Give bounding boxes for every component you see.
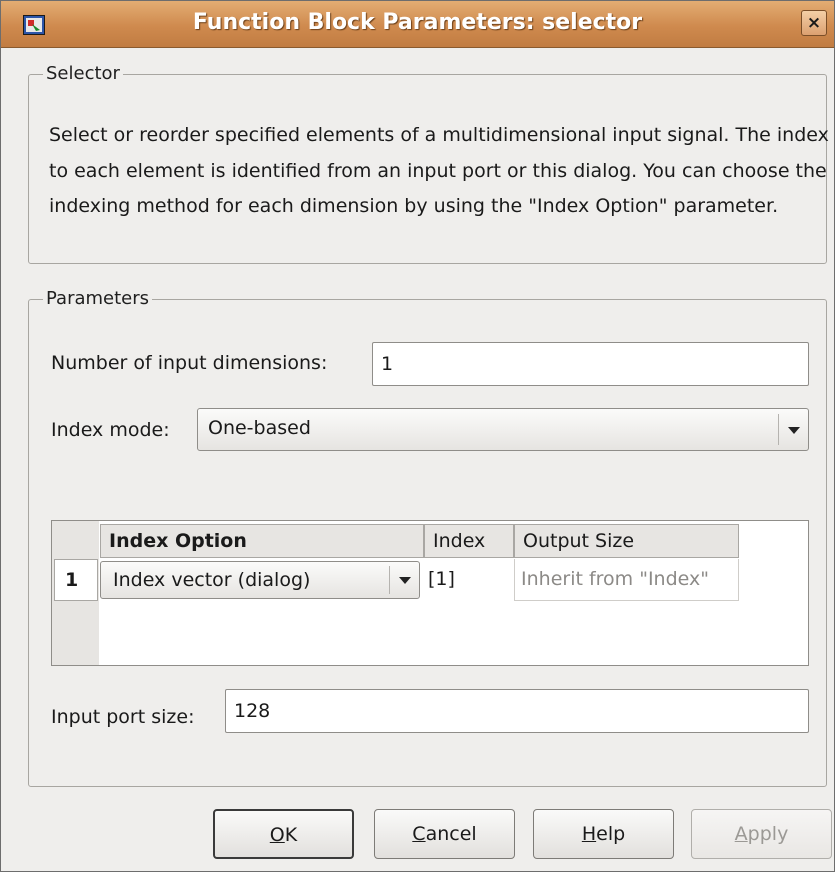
- input-port-size-label: Input port size:: [51, 706, 195, 728]
- index-option-cell[interactable]: Index vector (dialog): [100, 559, 424, 601]
- column-header-index[interactable]: Index: [424, 524, 514, 558]
- input-port-size-field[interactable]: [225, 689, 809, 733]
- close-icon: ×: [806, 13, 822, 33]
- help-label: elp: [596, 823, 626, 845]
- title-bar[interactable]: Function Block Parameters: selector ×: [1, 1, 834, 48]
- cancel-button[interactable]: Cancel: [374, 809, 515, 859]
- selector-description: Select or reorder specified elements of …: [49, 124, 829, 217]
- ok-mnemonic: O: [269, 824, 285, 846]
- cancel-label: ancel: [425, 823, 477, 845]
- dialog-window: Function Block Parameters: selector × Se…: [0, 0, 835, 872]
- parameters-group-legend: Parameters: [43, 288, 153, 309]
- index-option-select[interactable]: Index vector (dialog): [100, 561, 420, 599]
- combo-separator: [778, 414, 779, 445]
- index-table: Index Option Index Output Size 1 Index v…: [51, 520, 809, 666]
- num-dims-field[interactable]: [372, 342, 809, 386]
- cancel-mnemonic: C: [412, 823, 426, 845]
- window-title: Function Block Parameters: selector: [192, 10, 643, 35]
- apply-button[interactable]: Apply: [691, 809, 832, 859]
- index-mode-label: Index mode:: [51, 419, 170, 441]
- column-header-index-option[interactable]: Index Option: [100, 524, 424, 558]
- index-option-value: Index vector (dialog): [113, 569, 311, 591]
- ok-button[interactable]: OK: [213, 809, 354, 859]
- index-mode-value: One-based: [208, 417, 311, 439]
- help-button[interactable]: Help: [533, 809, 674, 859]
- chevron-down-icon: [788, 427, 800, 434]
- num-dims-label: Number of input dimensions:: [51, 352, 328, 374]
- ok-label: K: [284, 824, 298, 846]
- output-size-cell[interactable]: Inherit from "Index": [514, 559, 739, 601]
- close-button[interactable]: ×: [801, 10, 827, 36]
- selector-group-legend: Selector: [43, 63, 123, 84]
- apply-mnemonic: A: [734, 823, 748, 845]
- help-mnemonic: H: [581, 823, 597, 845]
- chevron-down-icon: [399, 577, 411, 584]
- column-header-output-size[interactable]: Output Size: [514, 524, 739, 558]
- row-number-cell: 1: [54, 559, 98, 601]
- combo-separator: [389, 566, 390, 594]
- index-cell[interactable]: [1]: [426, 559, 514, 601]
- index-mode-select[interactable]: One-based: [197, 408, 809, 451]
- apply-label: pply: [747, 823, 789, 845]
